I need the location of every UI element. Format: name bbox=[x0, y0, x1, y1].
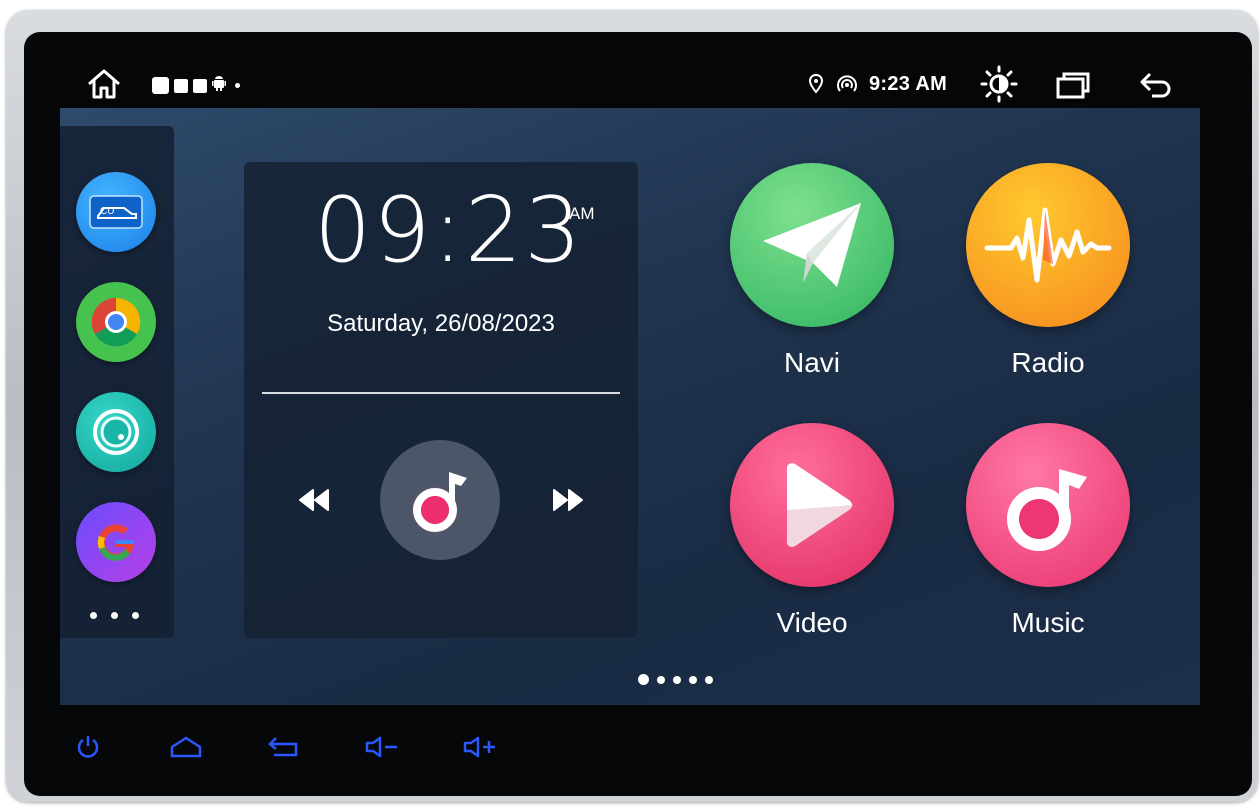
home-icon[interactable] bbox=[164, 722, 208, 772]
page-dot bbox=[705, 675, 713, 684]
chrome-icon[interactable] bbox=[76, 282, 156, 362]
divider bbox=[262, 392, 620, 394]
hardware-button-bar bbox=[60, 722, 560, 772]
app-music[interactable]: Music bbox=[963, 423, 1133, 653]
power-icon[interactable] bbox=[66, 722, 110, 772]
back-icon[interactable] bbox=[1136, 68, 1176, 102]
rewind-icon[interactable] bbox=[292, 482, 336, 518]
car-app-icon[interactable]: CU bbox=[76, 172, 156, 252]
google-icon[interactable] bbox=[76, 502, 156, 582]
dock-more-button[interactable] bbox=[90, 612, 139, 619]
clock-date: Saturday, 26/08/2023 bbox=[327, 310, 555, 337]
clock-ampm: AM bbox=[569, 204, 595, 223]
dot bbox=[111, 612, 118, 619]
clock-widget: 09:23 AM Saturday, 26/08/2023 bbox=[244, 162, 638, 638]
notification-icon bbox=[152, 77, 169, 94]
page-indicator[interactable] bbox=[638, 674, 713, 685]
location-icon bbox=[806, 72, 826, 96]
radio-label: Radio bbox=[1011, 347, 1085, 378]
status-bar: 9:23 AM bbox=[60, 60, 1200, 108]
more-notifications-dot bbox=[235, 83, 240, 88]
page-dot-active bbox=[638, 674, 649, 685]
recent-apps-icon[interactable] bbox=[1053, 68, 1093, 102]
volume-up-icon[interactable] bbox=[458, 722, 502, 772]
app-video[interactable]: Video bbox=[727, 423, 897, 653]
app-radio[interactable]: Radio bbox=[963, 163, 1133, 393]
page-dot bbox=[689, 675, 697, 684]
navi-label: Navi bbox=[783, 347, 840, 378]
home-screen: CU 09:23 AM Saturday, 26/08/2023 Navi Ra… bbox=[60, 108, 1200, 705]
navi-icon bbox=[730, 163, 894, 327]
android-icon bbox=[212, 75, 226, 96]
music-note-icon bbox=[413, 472, 467, 532]
status-time: 9:23 AM bbox=[869, 73, 948, 95]
play-music-button[interactable] bbox=[380, 440, 500, 560]
home-icon[interactable] bbox=[84, 66, 124, 102]
page-dot bbox=[657, 675, 665, 684]
page-dot bbox=[673, 675, 681, 684]
side-dock: CU bbox=[60, 126, 174, 638]
settings-icon[interactable] bbox=[76, 392, 156, 472]
dot bbox=[132, 612, 139, 619]
fast-forward-icon[interactable] bbox=[546, 482, 590, 518]
clock-time: 09:23 bbox=[314, 178, 584, 283]
video-icon bbox=[730, 423, 894, 587]
radio-icon bbox=[966, 163, 1130, 327]
notification-icons bbox=[152, 75, 240, 96]
music-label: Music bbox=[1011, 607, 1085, 638]
app-navi[interactable]: Navi bbox=[727, 163, 897, 393]
hotspot-icon bbox=[835, 72, 859, 96]
a-icon bbox=[193, 78, 207, 93]
volume-down-icon[interactable] bbox=[360, 722, 404, 772]
svg-text:CU: CU bbox=[100, 206, 114, 217]
music-icon bbox=[966, 423, 1130, 587]
dot bbox=[90, 612, 97, 619]
image-icon bbox=[174, 78, 188, 93]
brightness-icon[interactable] bbox=[978, 64, 1020, 104]
video-label: Video bbox=[776, 607, 848, 638]
back-icon[interactable] bbox=[262, 722, 306, 772]
